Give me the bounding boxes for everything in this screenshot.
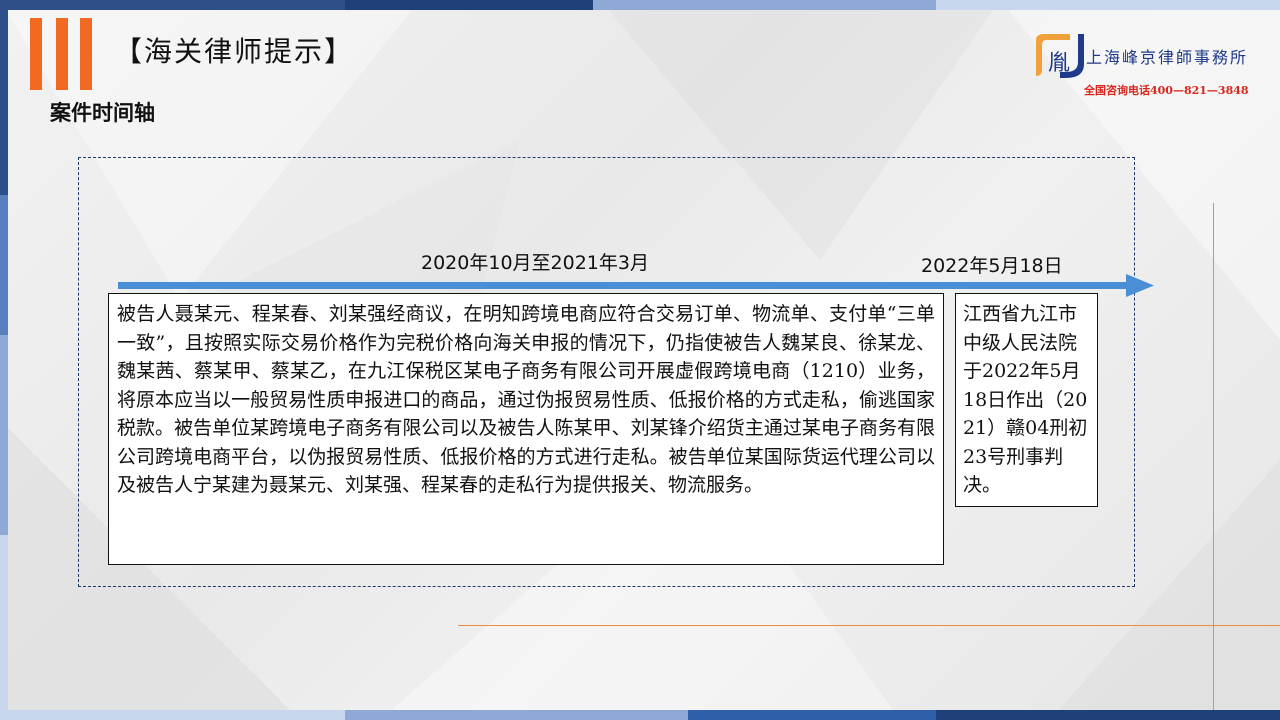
event-2-description: 江西省九江市中级人民法院于2022年5月18日作出（2021）赣04刑初23号刑… [955, 293, 1098, 507]
bottom-color-bar [0, 710, 1280, 720]
consult-phone: 全国咨询电话400—821—3848 [1084, 84, 1249, 97]
section-subtitle: 案件时间轴 [50, 101, 155, 125]
title-accent-bar-3 [80, 18, 92, 90]
top-color-bar [0, 0, 1280, 10]
title-accent-bar-1 [30, 18, 42, 90]
law-firm-name: 上海峰京律師事務所 [1086, 48, 1249, 67]
slide-title: 【海关律师提示】 [114, 35, 355, 68]
timeline-date-1: 2020年10月至2021年3月 [421, 252, 649, 274]
logo-mark-char: 胤 [1048, 51, 1070, 76]
event-1-description: 被告人聂某元、程某春、刘某强经商议，在明知跨境电商应符合交易订单、物流单、支付单… [108, 293, 944, 565]
decorative-orange-line-vertical [1213, 203, 1214, 710]
decorative-orange-line-horizontal [458, 625, 1280, 626]
timeline-date-2: 2022年5月18日 [921, 255, 1063, 277]
title-accent-bar-2 [56, 18, 68, 90]
law-firm-logo-icon: 胤 [1036, 34, 1084, 78]
left-color-strip [0, 0, 8, 720]
